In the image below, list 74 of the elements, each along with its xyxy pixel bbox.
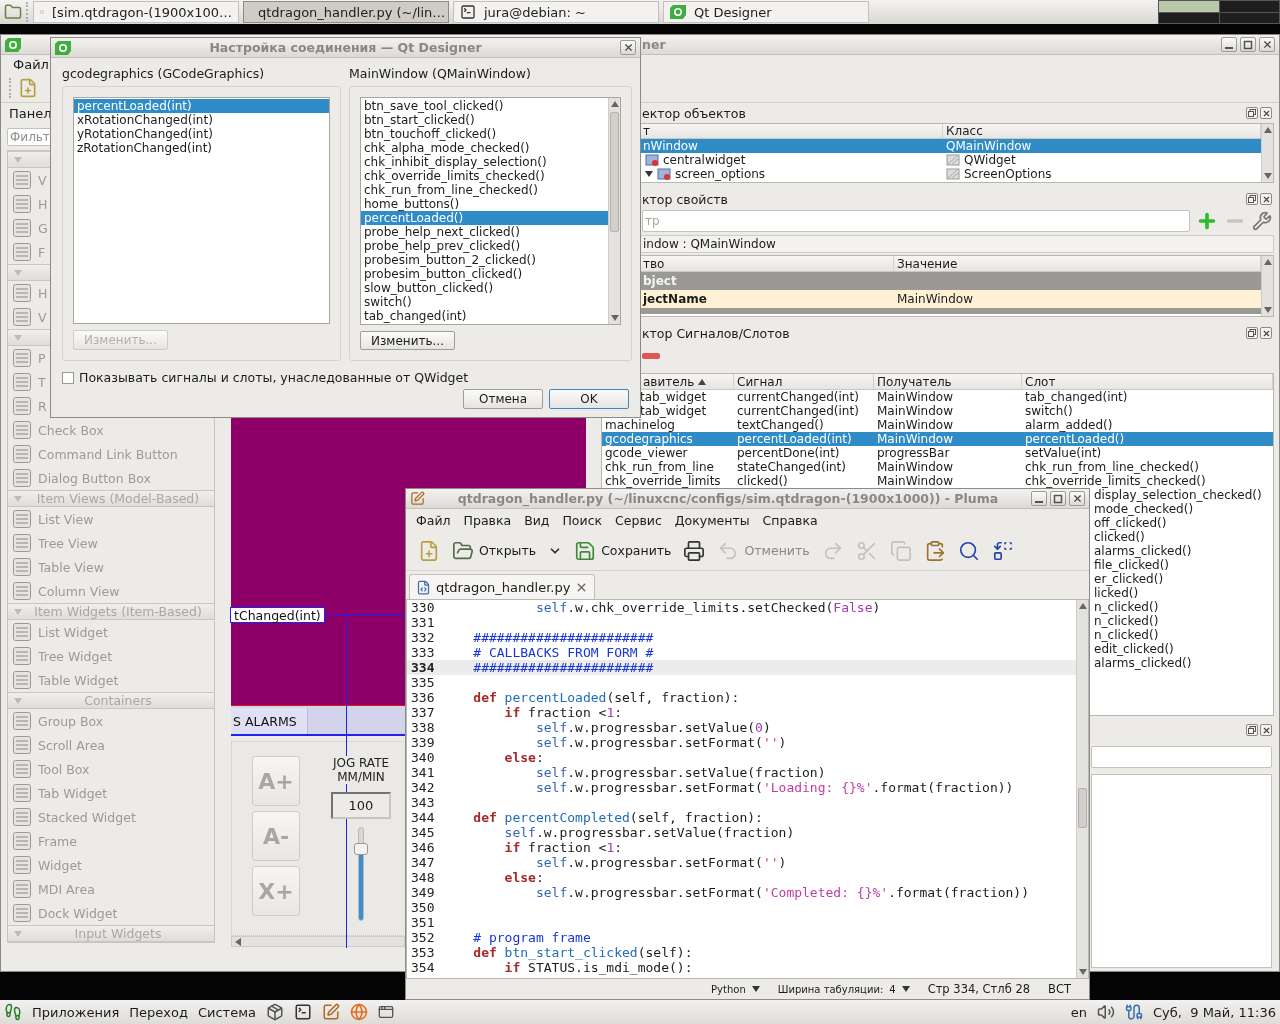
slot-cell-text: n_clicked()	[1093, 614, 1159, 628]
slot-cell-text: n_clicked()	[1093, 628, 1159, 642]
line-number: 337	[410, 705, 436, 720]
code-line: # CALLBACKS FROM FORM #	[472, 645, 654, 660]
jog-rate-label: JOG RATE MM/MIN	[330, 756, 392, 784]
property-name: jectName	[641, 292, 708, 306]
code-line: self.w.progressbar.setValue(fraction)	[534, 765, 826, 780]
code-line: self.w.progressbar.setFormat('')	[534, 735, 787, 750]
line-number: 342	[410, 780, 436, 795]
line-number: 336	[410, 690, 436, 705]
code-line: if STATUS.is_mdi_mode():	[503, 960, 693, 975]
code-line: else:	[503, 870, 544, 885]
line-number: 331	[410, 615, 436, 630]
window-title: qtdragon_handler.py (~/linuxcnc/configs/sim.qtdragon-(1900x1000)) - Pluma	[457, 491, 999, 506]
slot-cell-text: licked()	[1093, 586, 1139, 600]
line-number: 330	[410, 600, 436, 615]
connection-label: tChanged(int)	[230, 607, 325, 623]
code-line: self.w.progressbar.setValue(fraction)	[503, 825, 795, 840]
code-line: def btn_start_clicked(self):	[472, 945, 693, 960]
slot-cell-text: display_selection_checked()	[1093, 488, 1262, 502]
slot-cell-text: alarms_clicked()	[1093, 656, 1192, 670]
line-number: 332	[410, 630, 436, 645]
code-line: self.w.progressbar.setValue(0)	[534, 720, 771, 735]
line-number: 338	[410, 720, 436, 735]
dock-title: Панел	[8, 106, 52, 122]
line-number: 348	[410, 870, 436, 885]
dock-title: ектор объектов	[642, 105, 746, 121]
slot-cell-text: off_clicked()	[1093, 516, 1167, 530]
slot-cell-text: mode_checked()	[1093, 502, 1194, 516]
cursor-position: Стр 334, Стлб 28	[927, 982, 1031, 996]
code-line: else:	[503, 750, 544, 765]
code-line: # program frame	[472, 930, 591, 945]
line-number: 335	[410, 675, 436, 690]
code-line: self.w.progressbar.setFormat('Completed: {}%'.format(fraction))	[534, 885, 1030, 900]
slot-cell-text: n_clicked()	[1093, 600, 1159, 614]
code-line: self.w.progressbar.setFormat('Loading: {}%'.format(fraction))	[534, 780, 1014, 795]
slot-cell-text: file_clicked()	[1093, 558, 1170, 572]
code-line: def percentLoaded(self, fraction):	[472, 690, 740, 705]
line-number: 343	[410, 795, 436, 810]
insert-mode: ВСТ	[1048, 982, 1071, 996]
slot-cell-text: clicked()	[1093, 530, 1145, 544]
slot-cell-text: alarms_clicked()	[1093, 544, 1192, 558]
line-number: 333	[410, 645, 436, 660]
code-line: self.w.progressbar.setFormat('')	[534, 855, 787, 870]
dialog-title: Настройка соединения — Qt Designer	[209, 40, 482, 55]
property-category: bject	[642, 274, 678, 288]
slot-cell-text: edit_clicked()	[1093, 642, 1174, 656]
line-number: 353	[410, 945, 436, 960]
line-number: 341	[410, 765, 436, 780]
code-line: if fraction <1:	[503, 840, 623, 855]
code-line: #######################	[472, 630, 654, 645]
line-number: 350	[410, 900, 436, 915]
line-number: 340	[410, 750, 436, 765]
line-number: 339	[410, 735, 436, 750]
slot-cell-text: er_clicked()	[1093, 572, 1164, 586]
line-number: 349	[410, 885, 436, 900]
line-number: 352	[410, 930, 436, 945]
code-line: def percentCompleted(self, fraction):	[472, 810, 763, 825]
code-line: self.w.chk_override_limits.setChecked(False)	[534, 600, 881, 615]
line-number: 351	[410, 915, 436, 930]
line-number: 346	[410, 840, 436, 855]
line-number: 345	[410, 825, 436, 840]
line-number: 354	[410, 960, 436, 975]
window-title: ner	[642, 37, 666, 52]
line-number: 334	[410, 660, 436, 675]
checkbox-label: Показывать сигналы и слоты, унаследованные от QWidget	[79, 370, 469, 385]
object-label: MainWindow (QMainWindow)	[349, 66, 532, 82]
dock-title: ктор Сигналов/Слотов	[642, 325, 790, 341]
dock-title: ктор свойств	[642, 191, 728, 207]
code-line: if fraction <1:	[503, 705, 623, 720]
line-number: 344	[410, 810, 436, 825]
code-line: #######################	[472, 660, 654, 675]
line-number: 347	[410, 855, 436, 870]
object-label: gcodegraphics (GCodeGraphics)	[62, 66, 266, 82]
